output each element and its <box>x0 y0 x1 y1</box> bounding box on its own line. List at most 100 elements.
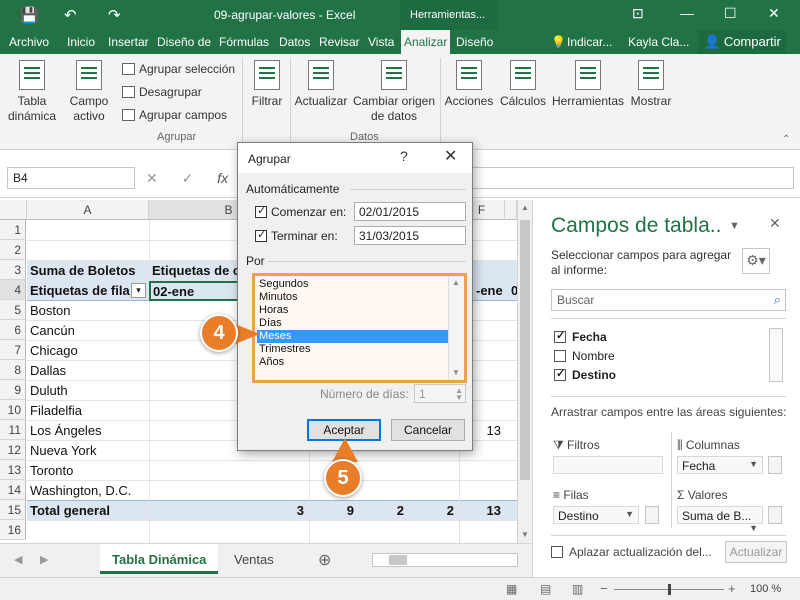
pivot-column-date[interactable]: -ene <box>473 281 503 301</box>
pane-options-icon[interactable]: ▼ <box>729 220 740 232</box>
field-item-destino[interactable]: Destino <box>554 367 616 382</box>
normal-view-icon[interactable]: ▦ <box>506 582 517 596</box>
end-at-input[interactable]: 31/03/2015 <box>354 226 466 245</box>
calculations-button[interactable]: Cálculos <box>498 56 548 109</box>
tab-diseno[interactable]: Diseño <box>456 35 493 49</box>
column-header-a[interactable]: A <box>27 200 149 220</box>
checkbox-icon[interactable] <box>551 546 563 558</box>
pivot-column-labels[interactable]: Etiquetas de c <box>149 261 240 281</box>
tab-vista[interactable]: Vista <box>368 35 394 49</box>
values-field-suma[interactable]: Suma de B... ▼ <box>677 506 763 533</box>
tab-inicio[interactable]: Inicio <box>67 35 95 49</box>
tab-formulas[interactable]: Fórmulas <box>219 35 269 49</box>
save-icon[interactable]: 💾 <box>20 6 39 24</box>
zoom-in-icon[interactable]: + <box>728 581 736 596</box>
h-scroll-thumb[interactable] <box>389 555 407 565</box>
ribbon-display-icon[interactable]: ⊡ <box>632 5 644 22</box>
filter-button[interactable]: Filtrar <box>246 56 288 109</box>
tools-button[interactable]: Herramientas <box>550 56 626 109</box>
spin-icon[interactable] <box>768 456 782 474</box>
tab-insertar[interactable]: Insertar <box>108 35 149 49</box>
city-row-label[interactable]: Nueva York <box>27 441 97 461</box>
dropdown-icon[interactable]: ▼ <box>749 459 758 469</box>
spin-icon[interactable] <box>645 506 659 524</box>
name-box[interactable]: B4 <box>7 167 135 189</box>
row-header[interactable]: 9 <box>0 380 26 400</box>
share-button[interactable]: 👤 Compartir <box>698 30 786 54</box>
grand-total-cell[interactable]: 3 <box>262 501 308 521</box>
rows-field-destino[interactable]: Destino ▼ <box>553 506 639 524</box>
enter-icon[interactable]: ✓ <box>182 170 194 186</box>
group-by-listbox[interactable]: Segundos Minutos Horas Días Meses Trimes… <box>252 273 467 383</box>
search-icon[interactable]: ⌕ <box>774 292 781 308</box>
page-layout-icon[interactable]: ▤ <box>540 582 551 596</box>
listbox-scrollbar[interactable]: ▲ ▼ <box>448 276 464 380</box>
city-row-label[interactable]: Los Ángeles <box>27 421 102 441</box>
grand-total-cell[interactable]: 13 <box>459 501 505 521</box>
field-item-nombre[interactable]: Nombre <box>554 349 615 363</box>
redo-icon[interactable]: ↷ <box>108 6 121 24</box>
horizontal-scrollbar[interactable] <box>372 553 518 567</box>
update-button[interactable]: Actualizar <box>725 541 787 563</box>
list-item-minutos[interactable]: Minutos <box>257 291 449 304</box>
pivot-column-date-next[interactable]: 0 <box>508 281 517 301</box>
undo-icon[interactable]: ↶ <box>64 6 77 24</box>
user-name[interactable]: Kayla Cla... <box>628 35 689 49</box>
cancel-icon[interactable]: ✕ <box>146 170 158 186</box>
tab-diseno-de-pagina[interactable]: Diseño de <box>157 35 211 49</box>
scroll-down-icon[interactable]: ▼ <box>521 530 529 539</box>
actions-button[interactable]: Acciones <box>442 56 496 109</box>
list-item-segundos[interactable]: Segundos <box>257 278 449 291</box>
collapse-ribbon-icon[interactable]: ⌃ <box>782 134 790 145</box>
row-header[interactable]: 13 <box>0 460 26 480</box>
minimize-button[interactable]: — <box>680 5 694 21</box>
row-header[interactable]: 15 <box>0 500 26 520</box>
help-icon[interactable]: ? <box>400 148 408 164</box>
checkbox-checked-icon[interactable] <box>554 367 566 381</box>
pivot-row-labels[interactable]: Etiquetas de fila <box>27 281 130 301</box>
zoom-out-icon[interactable]: − <box>600 581 608 596</box>
grand-total-cell[interactable]: 2 <box>362 501 408 521</box>
list-item-meses[interactable]: Meses <box>257 330 449 343</box>
checkbox-icon[interactable] <box>554 350 566 362</box>
tab-datos[interactable]: Datos <box>279 35 310 49</box>
row-header[interactable]: 12 <box>0 440 26 460</box>
zoom-slider-handle[interactable] <box>668 584 671 595</box>
row-header[interactable]: 4 <box>0 280 26 300</box>
close-button[interactable]: ✕ <box>768 5 780 22</box>
pivot-values-label[interactable]: Suma de Boletos <box>27 261 135 281</box>
tab-archivo[interactable]: Archivo <box>9 35 49 49</box>
change-data-source-button[interactable]: Cambiar origen de datos <box>350 56 438 124</box>
field-list-scrollbar[interactable] <box>769 328 783 382</box>
filters-drop-zone[interactable] <box>553 456 663 474</box>
scroll-up-icon[interactable]: ▲ <box>521 203 529 212</box>
sheet-tab-ventas[interactable]: Ventas <box>222 544 286 574</box>
dropdown-icon[interactable]: ▼ <box>749 523 758 533</box>
refresh-button[interactable]: Actualizar <box>292 56 350 109</box>
row-header[interactable]: 6 <box>0 320 26 340</box>
tab-analizar[interactable]: Analizar <box>401 30 451 54</box>
row-header[interactable]: 16 <box>0 520 26 540</box>
dialog-close-icon[interactable]: ✕ <box>444 146 457 166</box>
cancel-button[interactable]: Cancelar <box>391 419 465 441</box>
list-item-trimestres[interactable]: Trimestres <box>257 343 449 356</box>
group-selection-button[interactable]: Agrupar selección <box>122 62 235 76</box>
row-header[interactable]: 14 <box>0 480 26 500</box>
row-header[interactable]: 10 <box>0 400 26 420</box>
scroll-thumb[interactable] <box>520 220 530 480</box>
grand-total-label[interactable]: Total general <box>27 501 110 521</box>
grand-total-cell[interactable]: 9 <box>312 501 358 521</box>
field-search-input[interactable]: Buscar ⌕ <box>551 289 786 311</box>
row-header[interactable]: 8 <box>0 360 26 380</box>
list-item-anos[interactable]: Años <box>257 356 449 369</box>
row-header[interactable]: 3 <box>0 260 26 280</box>
city-row-label[interactable]: Toronto <box>27 461 73 481</box>
group-field-button[interactable]: Agrupar campos <box>122 108 227 122</box>
scroll-up-icon[interactable]: ▲ <box>452 278 460 287</box>
sheet-tab-tabla-dinamica[interactable]: Tabla Dinámica <box>100 544 219 574</box>
field-item-fecha[interactable]: Fecha <box>554 329 607 344</box>
prev-sheet-icon[interactable]: ◀ <box>14 553 22 566</box>
list-item-horas[interactable]: Horas <box>257 304 449 317</box>
row-header[interactable]: 2 <box>0 240 26 260</box>
tell-me-box[interactable]: Indicar... <box>567 35 612 49</box>
